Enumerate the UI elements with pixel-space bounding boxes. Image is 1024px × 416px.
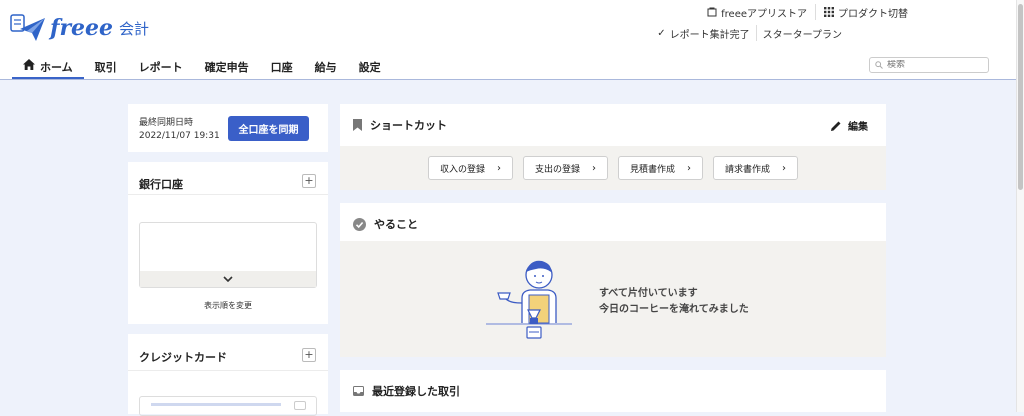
tab-accounts[interactable]: 口座 xyxy=(260,54,304,80)
todo-title-text: やること xyxy=(374,218,418,231)
barista-illustration xyxy=(486,260,572,339)
register-income-button[interactable]: 収入の登録 › xyxy=(427,156,513,180)
search-box[interactable] xyxy=(869,57,989,73)
plan-link[interactable]: スタータープラン xyxy=(757,25,848,41)
edit-shortcuts-button[interactable]: 編集 xyxy=(830,118,868,133)
credit-title: クレジットカード xyxy=(139,351,227,364)
shortcut-title-text: ショートカット xyxy=(370,119,447,132)
create-invoice-button[interactable]: 請求書作成 › xyxy=(713,156,799,180)
shortcut-buttons-area: 収入の登録 › 支出の登録 › 見積書作成 › 請求書作成 › xyxy=(340,146,886,190)
tab-reports[interactable]: レポート xyxy=(128,54,194,80)
home-icon xyxy=(23,59,35,70)
last-sync-info: 最終同期日時 2022/11/07 19:31 xyxy=(139,117,220,143)
expand-list-button[interactable] xyxy=(140,271,316,287)
last-sync-time: 2022/11/07 19:31 xyxy=(139,131,220,141)
tab-label: 口座 xyxy=(270,61,293,74)
credit-card-name-placeholder xyxy=(151,403,281,406)
report-status-label: レポート集計完了 xyxy=(669,29,750,41)
button-label: 収入の登録 xyxy=(439,164,485,175)
report-status[interactable]: ✓ レポート集計完了 xyxy=(651,25,757,41)
chevron-down-icon xyxy=(223,276,233,282)
freee-logo[interactable]: freee 会計 xyxy=(10,10,149,46)
todo-line-1: すべて片付いています xyxy=(599,288,698,299)
bank-title: 銀行口座 xyxy=(139,178,183,191)
sync-card: 最終同期日時 2022/11/07 19:31 全口座を同期 xyxy=(128,104,328,152)
paper-plane-logo-icon xyxy=(10,14,45,41)
recent-title-text: 最近登録した取引 xyxy=(372,385,460,398)
chevron-right-icon: › xyxy=(687,162,692,174)
inbox-icon xyxy=(353,386,364,396)
pencil-icon xyxy=(831,121,841,131)
top-header: freee 会計 freeeアプリストア プロダクト切替 ✓ レポート集計完了 … xyxy=(0,0,1016,80)
search-input[interactable] xyxy=(887,60,977,70)
chevron-right-icon: › xyxy=(496,162,501,174)
register-expense-button[interactable]: 支出の登録 › xyxy=(522,156,608,180)
button-label: 見積書作成 xyxy=(630,164,676,175)
chevron-right-icon: › xyxy=(592,162,596,174)
shortcut-title: ショートカット xyxy=(353,117,447,133)
last-sync-label: 最終同期日時 xyxy=(139,118,194,128)
product-switch-link[interactable]: プロダクト切替 xyxy=(816,4,916,20)
edit-label: 編集 xyxy=(848,122,868,133)
shortcut-header: ショートカット 編集 xyxy=(340,104,886,146)
plan-label: スタータープラン xyxy=(762,29,842,41)
grid-icon xyxy=(824,7,834,17)
shortcut-card: ショートカット 編集 収入の登録 › 支出の登録 › 見積書作成 › 請求書作成 › xyxy=(340,104,886,190)
divider xyxy=(128,194,328,195)
bookmark-icon xyxy=(353,119,362,131)
tab-label: 給与 xyxy=(314,61,337,74)
utility-links: freeeアプリストア プロダクト切替 xyxy=(699,4,916,20)
tab-label: ホーム xyxy=(40,61,73,74)
tab-deals[interactable]: 取引 xyxy=(84,54,128,80)
brand-name: freee xyxy=(50,15,114,41)
chevron-right-icon: › xyxy=(782,162,787,174)
status-links: ✓ レポート集計完了 スタータープラン xyxy=(651,25,848,41)
tab-label: レポート xyxy=(138,61,183,74)
tab-home[interactable]: ホーム xyxy=(12,54,84,80)
credit-card-action-button[interactable] xyxy=(294,401,306,410)
button-label: 請求書作成 xyxy=(725,164,771,175)
add-bank-button[interactable]: + xyxy=(302,174,316,188)
todo-title: やること xyxy=(353,216,418,232)
main-nav: ホーム 取引 レポート 確定申告 口座 給与 設定 xyxy=(12,54,392,80)
bank-accounts-card: 銀行口座 + 表示順を変更 xyxy=(128,162,328,324)
check-icon: ✓ xyxy=(657,27,666,39)
tab-tax-return[interactable]: 確定申告 xyxy=(194,54,260,80)
create-quote-button[interactable]: 見積書作成 › xyxy=(618,156,704,180)
scrollbar-thumb[interactable] xyxy=(1018,4,1023,190)
tab-payroll[interactable]: 給与 xyxy=(304,54,348,80)
recent-deals-card: 最近登録した取引 xyxy=(340,370,886,412)
appstore-label: freeeアプリストア xyxy=(721,8,807,20)
button-label: 支出の登録 xyxy=(534,164,580,175)
credit-cards-card: クレジットカード + xyxy=(128,334,328,416)
reorder-link[interactable]: 表示順を変更 xyxy=(128,300,328,311)
appstore-link[interactable]: freeeアプリストア xyxy=(699,4,816,20)
tab-label: 設定 xyxy=(358,61,381,74)
credit-card-item[interactable] xyxy=(139,396,317,416)
sync-all-button[interactable]: 全口座を同期 xyxy=(228,116,309,141)
todo-message: すべて片付いています 今日のコーヒーを淹れてみました xyxy=(599,286,749,318)
tab-label: 取引 xyxy=(94,61,117,74)
check-circle-icon xyxy=(353,217,366,231)
add-credit-card-button[interactable]: + xyxy=(302,348,316,362)
todo-empty-state: すべて片付いています 今日のコーヒーを淹れてみました xyxy=(340,241,886,357)
search-icon xyxy=(875,61,883,69)
recent-title: 最近登録した取引 xyxy=(353,383,460,399)
todo-line-2: 今日のコーヒーを淹れてみました xyxy=(599,304,749,315)
tab-label: 確定申告 xyxy=(204,61,249,74)
product-name: 会計 xyxy=(119,19,150,38)
shortcut-buttons: 収入の登録 › 支出の登録 › 見積書作成 › 請求書作成 › xyxy=(340,156,886,180)
divider xyxy=(128,370,328,371)
header-divider xyxy=(0,79,1016,80)
todo-card: やること すべて片付いています 今日のコーヒーを淹れてみました xyxy=(340,203,886,357)
tab-settings[interactable]: 設定 xyxy=(348,54,392,80)
store-icon xyxy=(707,7,717,17)
page-scrollbar[interactable] xyxy=(1016,0,1024,412)
product-switch-label: プロダクト切替 xyxy=(838,8,908,20)
bank-accounts-list xyxy=(139,222,317,288)
